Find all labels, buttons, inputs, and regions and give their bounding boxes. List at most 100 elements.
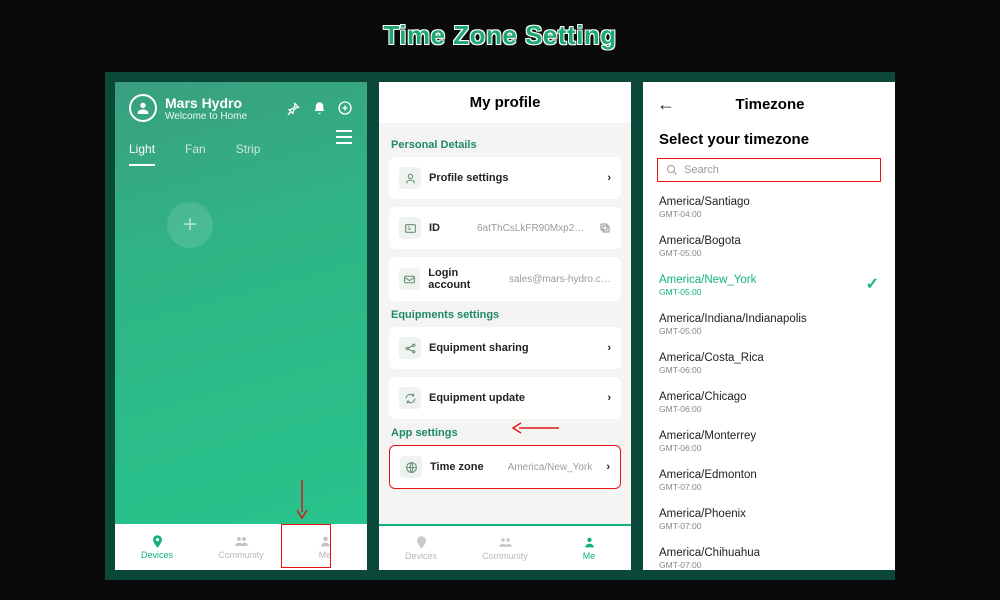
nav-me-label: Me xyxy=(583,551,596,561)
nav-me[interactable]: Me xyxy=(547,526,631,570)
timezone-item[interactable]: America/BogotaGMT-05:00 xyxy=(659,227,879,266)
welcome-text: Welcome to Home xyxy=(165,111,285,122)
timezone-name: America/Chicago xyxy=(659,391,879,403)
timezone-name: America/Santiago xyxy=(659,196,879,208)
timezone-item[interactable]: America/MonterreyGMT-06:00 xyxy=(659,422,879,461)
timezone-item[interactable]: America/EdmontonGMT-07:00 xyxy=(659,461,879,500)
timezone-name: America/Chihuahua xyxy=(659,547,879,559)
device-tabs: Light Fan Strip xyxy=(115,128,367,166)
page-title: Time Zone Setting xyxy=(0,0,1000,51)
timezone-name: America/Costa_Rica xyxy=(659,352,879,364)
nav-devices-label: Devices xyxy=(141,550,173,560)
timezone-item[interactable]: America/ChihuahuaGMT-07:00 xyxy=(659,539,879,570)
timezone-gmt: GMT-07:00 xyxy=(659,521,879,531)
timezone-gmt: GMT-05:00 xyxy=(659,287,879,297)
timezone-gmt: GMT-05:00 xyxy=(659,326,879,336)
brand-name: Mars Hydro xyxy=(165,95,285,111)
timezone-title: Timezone xyxy=(659,96,881,113)
row-equipment-update[interactable]: Equipment update › xyxy=(389,377,621,419)
home-header: Mars Hydro Welcome to Home xyxy=(115,82,367,128)
id-value: 6atThCsLkFR90Mxp2WbUHT xyxy=(477,223,587,234)
add-device-button[interactable]: + xyxy=(167,202,213,248)
refresh-icon xyxy=(399,387,421,409)
timezone-value: America/New_York xyxy=(508,462,593,473)
equipment-sharing-label: Equipment sharing xyxy=(429,342,529,354)
timezone-item[interactable]: America/Indiana/IndianapolisGMT-05:00 xyxy=(659,305,879,344)
search-placeholder: Search xyxy=(684,164,719,176)
chevron-right-icon: › xyxy=(607,172,611,184)
bottom-nav: Devices Community Me xyxy=(379,524,631,570)
timezone-gmt: GMT-06:00 xyxy=(659,443,879,453)
row-id: ID 6atThCsLkFR90Mxp2WbUHT xyxy=(389,207,621,249)
screen-home: Mars Hydro Welcome to Home Light Fan Str… xyxy=(115,82,367,570)
timezone-gmt: GMT-07:00 xyxy=(659,560,879,570)
chevron-right-icon: › xyxy=(607,392,611,404)
screen-profile: My profile Personal Details Profile sett… xyxy=(379,82,631,570)
nav-community[interactable]: Community xyxy=(199,524,283,570)
tab-strip[interactable]: Strip xyxy=(236,142,261,166)
timezone-item[interactable]: America/SantiagoGMT-04:00 xyxy=(659,188,879,227)
check-icon: ✓ xyxy=(866,274,879,294)
globe-icon xyxy=(400,456,422,478)
timezone-item[interactable]: America/New_YorkGMT-05:00✓ xyxy=(659,266,879,305)
person-icon xyxy=(583,535,596,550)
timezone-gmt: GMT-06:00 xyxy=(659,404,879,414)
nav-devices-label: Devices xyxy=(405,551,437,561)
profile-title: My profile xyxy=(379,82,631,123)
login-label: Login account xyxy=(428,267,501,291)
nav-community[interactable]: Community xyxy=(463,526,547,570)
timezone-item[interactable]: America/PhoenixGMT-07:00 xyxy=(659,500,879,539)
bell-icon[interactable] xyxy=(311,100,327,116)
timezone-name: America/New_York xyxy=(659,274,879,286)
bottom-nav: Devices Community Me xyxy=(115,524,367,570)
timezone-gmt: GMT-05:00 xyxy=(659,248,879,258)
screenshots-container: Mars Hydro Welcome to Home Light Fan Str… xyxy=(105,72,895,580)
person-icon xyxy=(319,534,332,549)
row-timezone[interactable]: Time zone America/New_York › xyxy=(389,445,621,489)
pin-filled-icon xyxy=(150,534,165,549)
timezone-name: America/Indiana/Indianapolis xyxy=(659,313,879,325)
timezone-name: America/Bogota xyxy=(659,235,879,247)
timezone-name: America/Monterrey xyxy=(659,430,879,442)
pin-icon xyxy=(414,535,429,550)
chevron-right-icon: › xyxy=(606,461,610,473)
search-icon xyxy=(666,164,678,176)
person-icon xyxy=(135,100,151,116)
search-input[interactable]: Search xyxy=(657,158,881,182)
pin-icon[interactable] xyxy=(285,100,301,116)
timezone-gmt: GMT-07:00 xyxy=(659,482,879,492)
nav-me-label: Me xyxy=(319,550,332,560)
timezone-name: America/Phoenix xyxy=(659,508,879,520)
timezone-item[interactable]: America/Costa_RicaGMT-06:00 xyxy=(659,344,879,383)
login-value: sales@mars-hydro.com xyxy=(509,274,611,285)
people-icon xyxy=(233,534,250,549)
nav-community-label: Community xyxy=(218,550,264,560)
nav-devices[interactable]: Devices xyxy=(115,524,199,570)
timezone-label: Time zone xyxy=(430,461,484,473)
avatar[interactable] xyxy=(129,94,157,122)
mail-icon xyxy=(399,268,420,290)
menu-icon[interactable] xyxy=(335,130,353,144)
id-icon xyxy=(399,217,421,239)
equipment-update-label: Equipment update xyxy=(429,392,525,404)
nav-me[interactable]: Me xyxy=(283,524,367,570)
share-icon xyxy=(399,337,421,359)
id-label: ID xyxy=(429,222,440,234)
nav-devices[interactable]: Devices xyxy=(379,526,463,570)
row-equipment-sharing[interactable]: Equipment sharing › xyxy=(389,327,621,369)
row-profile-settings[interactable]: Profile settings › xyxy=(389,157,621,199)
person-outline-icon xyxy=(399,167,421,189)
tab-fan[interactable]: Fan xyxy=(185,142,206,166)
copy-icon[interactable] xyxy=(599,222,611,234)
timezone-list[interactable]: America/SantiagoGMT-04:00America/BogotaG… xyxy=(643,188,895,570)
people-icon xyxy=(497,535,514,550)
timezone-item[interactable]: America/ChicagoGMT-06:00 xyxy=(659,383,879,422)
tab-light[interactable]: Light xyxy=(129,142,155,166)
screen-timezone: ← Timezone Select your timezone Search A… xyxy=(643,82,895,570)
row-login: Login account sales@mars-hydro.com xyxy=(389,257,621,301)
section-equipment: Equipments settings xyxy=(391,309,619,321)
add-circle-icon[interactable] xyxy=(337,100,353,116)
chevron-right-icon: › xyxy=(607,342,611,354)
profile-settings-label: Profile settings xyxy=(429,172,508,184)
section-personal: Personal Details xyxy=(391,139,619,151)
